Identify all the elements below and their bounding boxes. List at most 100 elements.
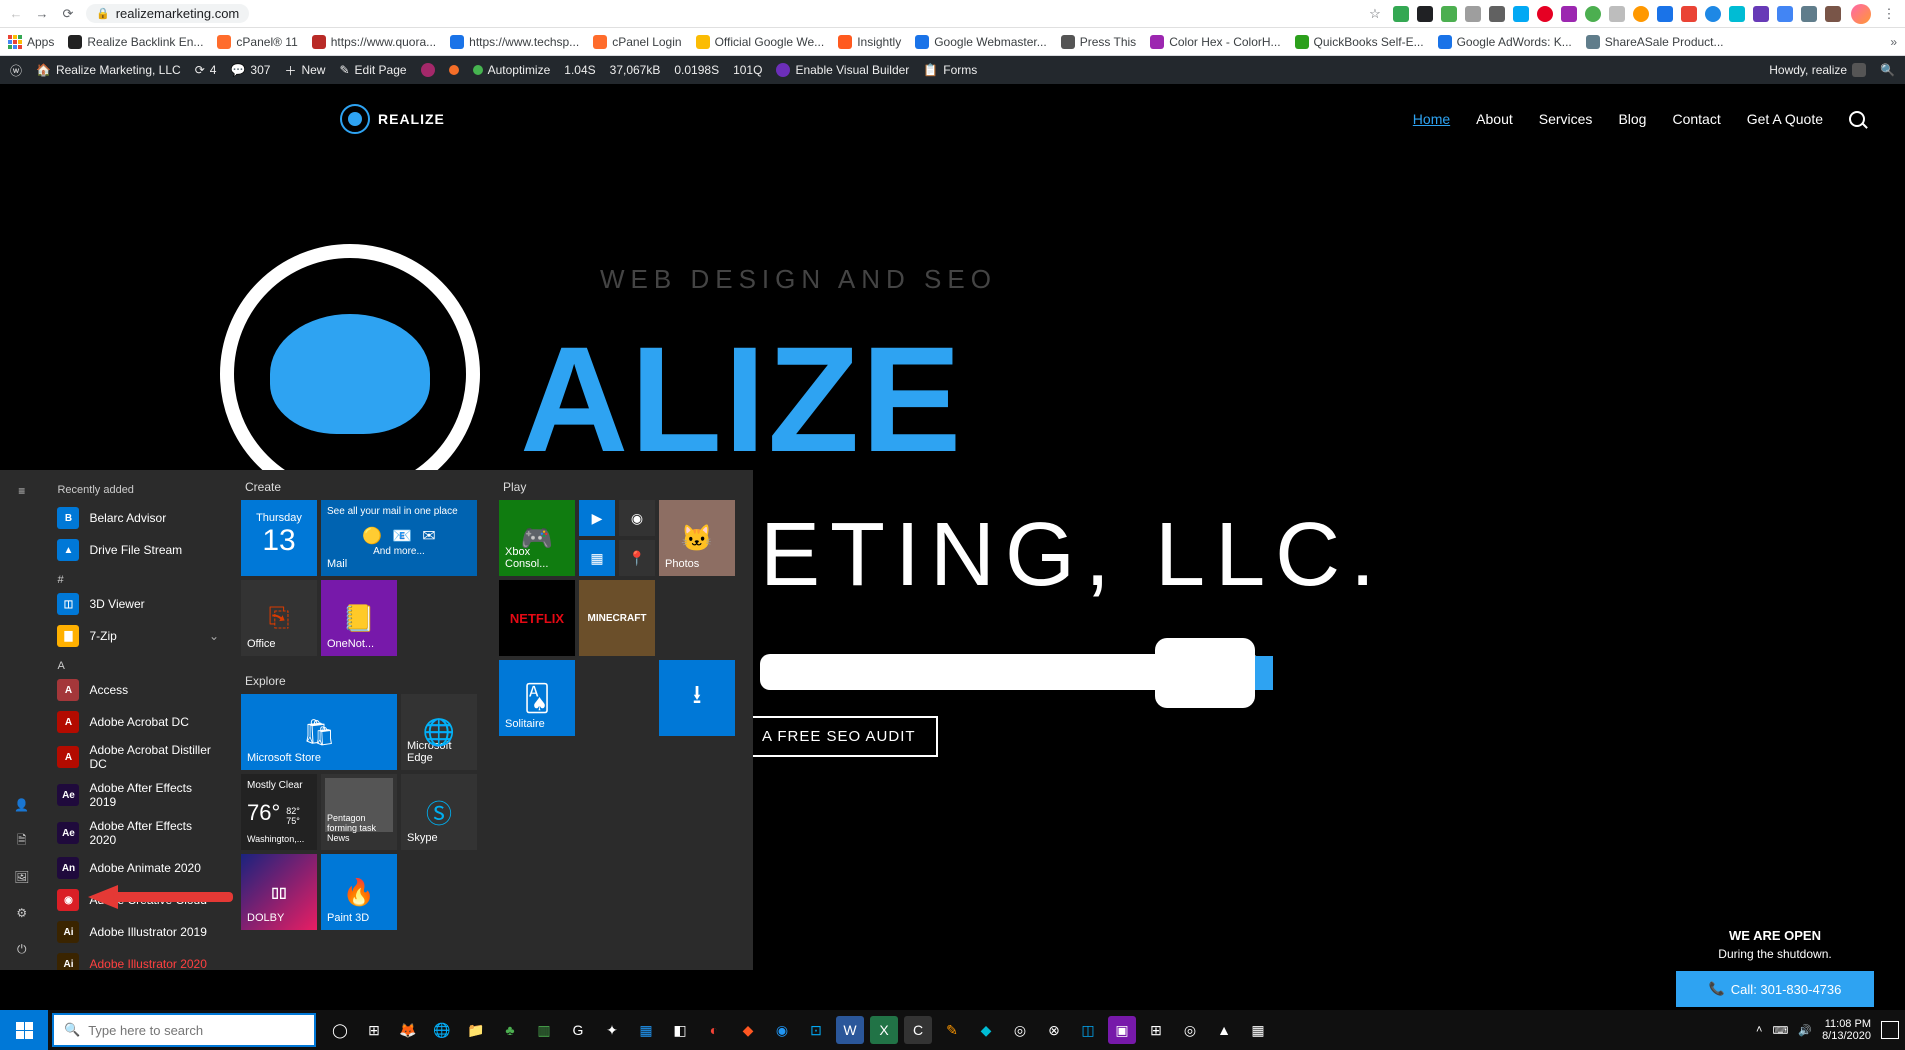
start-button[interactable] <box>0 1010 48 1050</box>
app-icon[interactable]: ⊡ <box>802 1016 830 1044</box>
tile-store[interactable]: 🛍Microsoft Store <box>241 694 397 770</box>
tile-paint3d[interactable]: 🔥Paint 3D <box>321 854 397 930</box>
nav-link[interactable]: Get A Quote <box>1747 111 1823 127</box>
ext-icon[interactable] <box>1681 6 1697 22</box>
app-icon[interactable]: ✦ <box>598 1016 626 1044</box>
ext-icon[interactable] <box>1441 6 1457 22</box>
tile-minecraft[interactable]: MINECRAFT <box>579 580 655 656</box>
app-icon[interactable]: ✎ <box>938 1016 966 1044</box>
apps-button[interactable]: Apps <box>8 35 54 49</box>
documents-icon[interactable]: 🗎 <box>13 832 31 850</box>
tile-movies[interactable]: ▶ <box>579 500 615 536</box>
app-icon[interactable]: ◆ <box>972 1016 1000 1044</box>
tile-maps[interactable]: 📍 <box>619 540 655 576</box>
app-list-item[interactable]: AAdobe Acrobat DC <box>47 706 229 738</box>
tile-office[interactable]: ⎘Office <box>241 580 317 656</box>
bookmark-item[interactable]: QuickBooks Self-E... <box>1295 35 1424 49</box>
excel-icon[interactable]: X <box>870 1016 898 1044</box>
app-list-item[interactable]: AAccess <box>47 674 229 706</box>
tile-mail[interactable]: See all your mail in one place 🟡📧✉ And m… <box>321 500 477 576</box>
ext-icon[interactable] <box>1489 6 1505 22</box>
omnibox[interactable]: 🔒 realizemarketing.com <box>86 4 249 23</box>
task-view-icon[interactable]: ⊞ <box>360 1016 388 1044</box>
app-icon[interactable]: ▦ <box>1244 1016 1272 1044</box>
nav-link[interactable]: Home <box>1413 111 1450 127</box>
nav-link[interactable]: About <box>1476 111 1513 127</box>
taskbar-search[interactable]: 🔍 <box>54 1015 314 1045</box>
start-app-list[interactable]: Recently added BBelarc Advisor▲Drive Fil… <box>43 470 233 970</box>
ext-icon[interactable] <box>1465 6 1481 22</box>
bookmark-item[interactable]: cPanel Login <box>593 35 681 49</box>
tile-netflix[interactable]: NETFLIX <box>499 580 575 656</box>
ext-icon[interactable] <box>1729 6 1745 22</box>
menu-icon[interactable]: ⋮ <box>1881 6 1897 22</box>
steam-icon[interactable]: ◎ <box>1006 1016 1034 1044</box>
app-icon[interactable]: ◫ <box>1074 1016 1102 1044</box>
letter-header[interactable]: # <box>47 566 229 588</box>
bookmark-item[interactable]: ShareASale Product... <box>1586 35 1724 49</box>
ext-icon[interactable] <box>1609 6 1625 22</box>
tray-keyboard-icon[interactable]: ⌨ <box>1772 1024 1788 1037</box>
chrome-icon[interactable]: 🌐 <box>428 1016 456 1044</box>
ext-icon[interactable] <box>1537 6 1553 22</box>
cortana-icon[interactable]: ◯ <box>326 1016 354 1044</box>
bookmark-item[interactable]: Official Google We... <box>696 35 825 49</box>
wp-new[interactable]: ＋ New <box>284 62 325 79</box>
app-icon[interactable]: ⊗ <box>1040 1016 1068 1044</box>
app-icon[interactable]: ▥ <box>530 1016 558 1044</box>
app-list-item[interactable]: ▇7-Zip⌄ <box>47 620 229 652</box>
wp-search-icon[interactable]: 🔍 <box>1880 63 1895 77</box>
ext-icon[interactable] <box>1657 6 1673 22</box>
app-icon[interactable]: ◧ <box>666 1016 694 1044</box>
ext-icon[interactable] <box>1705 6 1721 22</box>
notifications-icon[interactable] <box>1881 1021 1899 1039</box>
ext-icon[interactable] <box>1777 6 1793 22</box>
app-icon[interactable]: G <box>564 1016 592 1044</box>
star-icon[interactable]: ☆ <box>1367 6 1383 22</box>
reload-icon[interactable]: ⟳ <box>60 6 76 22</box>
wp-howdy[interactable]: Howdy, realize <box>1769 63 1866 77</box>
ext-icon[interactable] <box>1753 6 1769 22</box>
bookmark-item[interactable]: Google AdWords: K... <box>1438 35 1572 49</box>
tile-photos[interactable]: 🐱Photos <box>659 500 735 576</box>
back-icon[interactable]: ← <box>8 6 24 22</box>
tile-dolby[interactable]: ▯▯DOLBY <box>241 854 317 930</box>
wp-yoast[interactable] <box>421 63 435 77</box>
search-input[interactable] <box>88 1023 304 1038</box>
tile-skype[interactable]: ⓈSkype <box>401 774 477 850</box>
app-list-item[interactable]: BBelarc Advisor <box>47 502 229 534</box>
tile-groove[interactable]: ◉ <box>619 500 655 536</box>
ext-icon[interactable] <box>1633 6 1649 22</box>
puzzle-icon[interactable] <box>1801 6 1817 22</box>
app-list-item[interactable]: ◫3D Viewer <box>47 588 229 620</box>
power-icon[interactable]: ⏻ <box>13 940 31 958</box>
app-list-item[interactable]: AeAdobe After Effects 2020 <box>47 814 229 852</box>
tray-volume-icon[interactable]: 🔊 <box>1798 1024 1812 1037</box>
bookmark-item[interactable]: Color Hex - ColorH... <box>1150 35 1280 49</box>
letter-header[interactable]: A <box>47 652 229 674</box>
app-icon[interactable]: C <box>904 1016 932 1044</box>
bookmark-item[interactable]: Realize Backlink En... <box>68 35 203 49</box>
pictures-icon[interactable]: 🖼 <box>13 868 31 886</box>
nav-link[interactable]: Contact <box>1672 111 1720 127</box>
ext-icon[interactable] <box>1417 6 1433 22</box>
ext-icon[interactable] <box>1561 6 1577 22</box>
app-icon[interactable]: ▦ <box>632 1016 660 1044</box>
app-list-item[interactable]: AAdobe Acrobat Distiller DC <box>47 738 229 776</box>
ext-icon[interactable] <box>1585 6 1601 22</box>
nav-link[interactable]: Blog <box>1618 111 1646 127</box>
app-list-item[interactable]: AiAdobe Illustrator 2019 <box>47 916 229 948</box>
wp-autoptimize[interactable]: Autoptimize <box>473 63 551 77</box>
tile-news[interactable]: Pentagonforming taskNews <box>321 774 397 850</box>
settings-icon[interactable]: ⚙ <box>13 904 31 922</box>
ext-icon[interactable] <box>1825 6 1841 22</box>
app-icon[interactable]: ⊞ <box>1142 1016 1170 1044</box>
tile-calc[interactable]: ▦ <box>579 540 615 576</box>
app-icon[interactable]: ♣ <box>496 1016 524 1044</box>
ext-icon[interactable] <box>1513 6 1529 22</box>
wp-updates[interactable]: ⟳ 4 <box>195 63 217 77</box>
profile-avatar[interactable] <box>1851 4 1871 24</box>
search-icon[interactable] <box>1849 111 1865 127</box>
steam-icon[interactable]: ◎ <box>1176 1016 1204 1044</box>
group-play[interactable]: Play <box>499 480 745 500</box>
